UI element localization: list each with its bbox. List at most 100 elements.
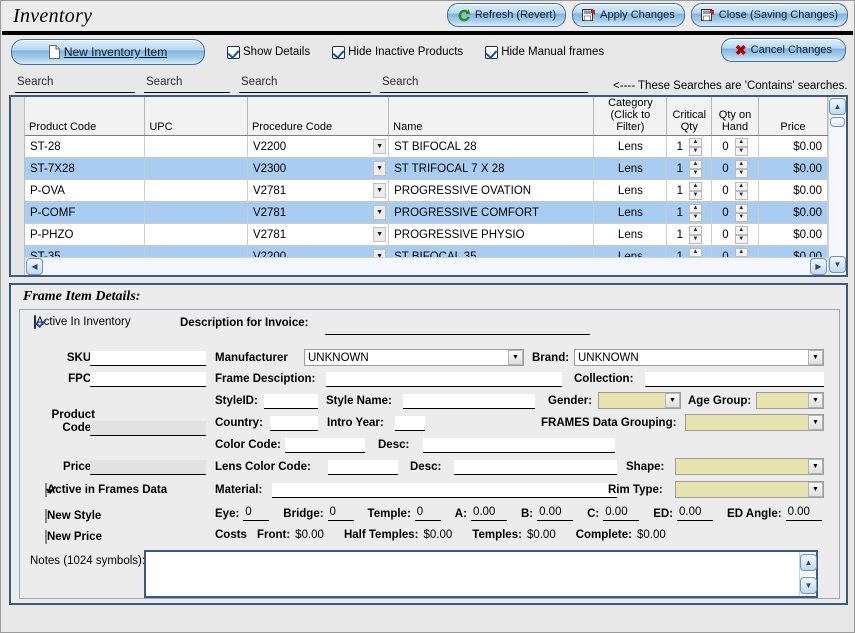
col-name[interactable]: Name <box>389 97 594 136</box>
style-name-input[interactable] <box>403 394 535 409</box>
cell-name[interactable]: PROGRESSIVE COMFORT <box>389 202 594 224</box>
cell-price[interactable]: $0.00 <box>758 158 827 180</box>
cell-qty-on-hand[interactable]: 0▲▼ <box>712 180 759 202</box>
shape-combo[interactable]: ▼ <box>675 458 824 475</box>
search-input-upc[interactable]: Search <box>144 76 230 93</box>
cell-qty-on-hand[interactable]: 0▲▼ <box>712 136 759 158</box>
cell-name[interactable]: PROGRESSIVE PHYSIO <box>389 224 594 246</box>
manufacturer-combo[interactable]: UNKNOWN ▼ <box>304 349 524 366</box>
col-procedure-code[interactable]: Procedure Code <box>247 97 388 136</box>
active-in-frames-data-checkbox[interactable]: Active in Frames Data <box>45 484 167 496</box>
show-details-checkbox[interactable]: Show Details <box>227 46 310 59</box>
collection-input[interactable] <box>645 372 824 387</box>
spinner-icon[interactable]: ▲▼ <box>735 226 748 243</box>
new-inventory-item-button[interactable]: New Inventory Item <box>11 39 205 65</box>
scroll-left-icon[interactable]: ◀ <box>26 258 43 275</box>
cell-product-code[interactable]: P-PHZO <box>25 224 145 246</box>
scroll-up-icon[interactable]: ▲ <box>829 98 846 115</box>
cell-price[interactable]: $0.00 <box>758 246 827 258</box>
cell-procedure-code[interactable]: V2200▼ <box>247 136 388 158</box>
sku-input[interactable] <box>90 351 206 366</box>
country-input[interactable] <box>270 416 318 431</box>
notes-textarea[interactable] <box>146 552 799 596</box>
chevron-down-icon[interactable]: ▼ <box>373 139 386 154</box>
table-row[interactable]: P-OVAV2781▼PROGRESSIVE OVATIONLens1▲▼0▲▼… <box>25 180 828 202</box>
chevron-down-icon[interactable]: ▼ <box>808 459 823 474</box>
search-input-name[interactable]: Search <box>380 76 588 93</box>
spinner-icon[interactable]: ▲▼ <box>735 204 748 221</box>
cell-upc[interactable] <box>145 202 248 224</box>
age-group-combo[interactable]: ▼ <box>756 392 824 409</box>
cell-price[interactable]: $0.00 <box>758 180 827 202</box>
cell-critical-qty[interactable]: 1▲▼ <box>667 224 712 246</box>
cell-category[interactable]: Lens <box>594 246 667 258</box>
measurement-value[interactable]: 0.00 <box>603 506 639 521</box>
chevron-down-icon[interactable]: ▼ <box>373 249 386 257</box>
cell-critical-qty[interactable]: 1▲▼ <box>667 246 712 258</box>
vertical-scroll-thumb[interactable] <box>830 117 845 127</box>
lens-color-code-input[interactable] <box>328 460 398 475</box>
new-price-checkbox[interactable]: New Price <box>45 531 102 543</box>
material-input[interactable] <box>272 483 617 498</box>
cell-qty-on-hand[interactable]: 0▲▼ <box>712 246 759 258</box>
color-desc-input[interactable] <box>423 438 615 453</box>
cell-procedure-code[interactable]: V2781▼ <box>247 202 388 224</box>
cell-product-code[interactable]: ST-35 <box>25 246 145 258</box>
table-row[interactable]: ST-7X28V2300▼ST TRIFOCAL 7 X 28Lens1▲▼0▲… <box>25 158 828 180</box>
cell-price[interactable]: $0.00 <box>758 224 827 246</box>
cell-name[interactable]: ST BIFOCAL 35 <box>389 246 594 258</box>
grid-vertical-scrollbar[interactable]: ▲ ▼ <box>828 97 846 275</box>
table-row[interactable]: P-PHZOV2781▼PROGRESSIVE PHYSIOLens1▲▼0▲▼… <box>25 224 828 246</box>
cell-upc[interactable] <box>145 136 248 158</box>
col-price[interactable]: Price <box>758 97 827 136</box>
cell-price[interactable]: $0.00 <box>758 202 827 224</box>
cell-qty-on-hand[interactable]: 0▲▼ <box>712 158 759 180</box>
hide-inactive-products-checkbox[interactable]: Hide Inactive Products <box>332 46 463 59</box>
col-product-code[interactable]: Product Code <box>25 97 145 136</box>
measurement-value[interactable]: 0.00 <box>786 506 822 521</box>
scroll-right-icon[interactable]: ▶ <box>810 258 827 275</box>
color-code-input[interactable] <box>285 438 365 453</box>
spinner-icon[interactable]: ▲▼ <box>689 204 702 221</box>
cell-critical-qty[interactable]: 1▲▼ <box>667 180 712 202</box>
close-saving-changes-button[interactable]: Close (Saving Changes) <box>691 3 848 27</box>
intro-year-input[interactable] <box>395 416 425 431</box>
cell-product-code[interactable]: ST-7X28 <box>25 158 145 180</box>
scroll-down-icon[interactable]: ▼ <box>800 577 817 594</box>
cell-procedure-code[interactable]: V2781▼ <box>247 180 388 202</box>
notes-scrollbar[interactable]: ▲ ▼ <box>799 552 816 596</box>
chevron-down-icon[interactable]: ▼ <box>373 161 386 176</box>
chevron-down-icon[interactable]: ▼ <box>665 393 680 408</box>
chevron-down-icon[interactable]: ▼ <box>808 415 823 430</box>
cell-category[interactable]: Lens <box>594 180 667 202</box>
table-row[interactable]: ST-28 V2200▼ST BIFOCAL 28Lens1▲▼0▲▼$0.00 <box>25 136 828 158</box>
col-critical-qty[interactable]: Critical Qty <box>667 97 712 136</box>
chevron-down-icon[interactable]: ▼ <box>508 350 523 365</box>
spinner-icon[interactable]: ▲▼ <box>735 160 748 177</box>
cell-critical-qty[interactable]: 1▲▼ <box>667 136 712 158</box>
chevron-down-icon[interactable]: ▼ <box>808 393 823 408</box>
cell-upc[interactable] <box>145 224 248 246</box>
spinner-icon[interactable]: ▲▼ <box>689 160 702 177</box>
new-style-checkbox[interactable]: New Style <box>45 510 101 522</box>
table-row[interactable]: P-COMFV2781▼PROGRESSIVE COMFORTLens1▲▼0▲… <box>25 202 828 224</box>
cell-upc[interactable] <box>145 180 248 202</box>
cell-procedure-code[interactable]: V2200▼ <box>247 246 388 258</box>
cell-price[interactable]: $0.00 <box>758 136 827 158</box>
cell-name[interactable]: ST BIFOCAL 28 <box>389 136 594 158</box>
cell-product-code[interactable]: ST-28 <box>25 136 145 158</box>
spinner-icon[interactable]: ▲▼ <box>735 248 748 257</box>
cell-category[interactable]: Lens <box>594 202 667 224</box>
apply-changes-button[interactable]: Apply Changes <box>572 3 685 27</box>
spinner-icon[interactable]: ▲▼ <box>689 138 702 155</box>
style-id-input[interactable] <box>264 394 318 409</box>
search-input-product-code[interactable]: Search <box>15 76 135 93</box>
chevron-down-icon[interactable]: ▼ <box>373 183 386 198</box>
col-upc[interactable]: UPC <box>145 97 248 136</box>
measurement-value[interactable]: 0 <box>243 506 269 521</box>
cell-name[interactable]: PROGRESSIVE OVATION <box>389 180 594 202</box>
cell-category[interactable]: Lens <box>594 136 667 158</box>
cell-upc[interactable] <box>145 158 248 180</box>
chevron-down-icon[interactable]: ▼ <box>373 227 386 242</box>
spinner-icon[interactable]: ▲▼ <box>689 248 702 257</box>
